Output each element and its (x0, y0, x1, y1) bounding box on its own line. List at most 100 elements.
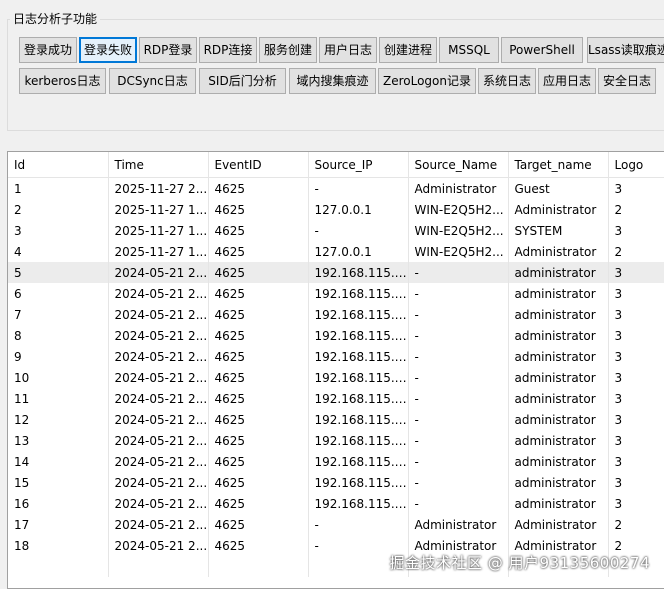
table-cell: - (408, 262, 509, 283)
table-cell: 192.168.115.1... (308, 304, 409, 325)
table-cell: 4625 (208, 388, 309, 409)
table-cell: 2024-05-21 2... (108, 430, 209, 451)
table-cell: 18 (8, 535, 109, 556)
table-row[interactable]: 4 2025-11-27 1... 4625 127.0.0.1 WIN-E2Q5H2.… (8, 241, 664, 262)
table-cell: Administrator (408, 514, 509, 535)
table-cell (8, 556, 109, 577)
column-header[interactable]: Target_name (508, 152, 609, 178)
table-cell: 8 (8, 325, 109, 346)
column-header[interactable]: Source_IP (308, 152, 409, 178)
column-header[interactable]: EventID (208, 152, 309, 178)
log-filter-button[interactable]: 创建进程 (379, 37, 437, 63)
table-cell: 2024-05-21 2... (108, 388, 209, 409)
table-cell: administrator (508, 472, 609, 493)
log-filter-button[interactable]: 登录成功 (19, 37, 77, 63)
table-cell: 1 (8, 177, 109, 199)
log-filter-button[interactable]: DCSync日志 (109, 68, 196, 94)
table-cell: 9 (8, 346, 109, 367)
table-cell: - (408, 493, 509, 514)
table-header-row: Id Time EventID Source_IP Source_Name Target_… (8, 152, 664, 178)
log-filter-button[interactable]: 安全日志 (598, 68, 656, 94)
table-cell: 7 (8, 304, 109, 325)
table-cell: 10 (8, 367, 109, 388)
column-header[interactable]: Source_Name (408, 152, 509, 178)
table-cell: administrator (508, 367, 609, 388)
table-cell: administrator (508, 325, 609, 346)
table-row[interactable]: 8 2024-05-21 2... 4625 192.168.115.1... - adm… (8, 325, 664, 346)
column-header[interactable]: Id (8, 152, 109, 178)
table-cell: - (408, 346, 509, 367)
table-cell: 2024-05-21 2... (108, 367, 209, 388)
table-cell: 3 (608, 451, 664, 472)
table-cell: 2 (608, 199, 664, 220)
table-cell: 2025-11-27 1... (108, 241, 209, 262)
table-cell: 3 (608, 472, 664, 493)
table-cell: - (408, 283, 509, 304)
table-row[interactable]: 7 2024-05-21 2... 4625 192.168.115.1... - adm… (8, 304, 664, 325)
table-row[interactable]: 14 2024-05-21 2... 4625 192.168.115.1... - ad… (8, 451, 664, 472)
table-cell: 3 (608, 493, 664, 514)
table-cell: 2 (608, 514, 664, 535)
table-row[interactable]: 15 2024-05-21 2... 4625 192.168.115.1... - ad… (8, 472, 664, 493)
table-cell: 6 (8, 283, 109, 304)
log-filter-button[interactable]: 系统日志 (478, 68, 536, 94)
log-filter-button[interactable]: 用户日志 (319, 37, 377, 63)
log-filter-button[interactable]: ZeroLogon记录 (378, 68, 476, 94)
table-cell: 4625 (208, 346, 309, 367)
table-cell: - (408, 367, 509, 388)
table-row[interactable]: 16 2024-05-21 2... 4625 192.168.115.1... - ad… (8, 493, 664, 514)
table-cell: 4625 (208, 304, 309, 325)
table-cell: WIN-E2Q5H2... (408, 241, 509, 262)
column-header[interactable]: Logo (608, 152, 664, 178)
table-cell: 2 (608, 241, 664, 262)
log-filter-button[interactable]: Lsass读取痕迹 (587, 37, 664, 63)
table-cell: administrator (508, 283, 609, 304)
log-filter-button[interactable]: 登录失败 (79, 37, 137, 63)
table-cell: 127.0.0.1 (308, 241, 409, 262)
table-cell: administrator (508, 409, 609, 430)
table-row[interactable]: 10 2024-05-21 2... 4625 192.168.115.1... - ad… (8, 367, 664, 388)
table-cell: SYSTEM (508, 220, 609, 241)
table-row[interactable]: 13 2024-05-21 2... 4625 192.168.115.1... - ad… (8, 430, 664, 451)
table-row[interactable]: 6 2024-05-21 2... 4625 192.168.115.1... - adm… (8, 283, 664, 304)
events-table[interactable]: Id Time EventID Source_IP Source_Name Target_… (7, 151, 664, 589)
table-cell: 192.168.115.1... (308, 493, 409, 514)
table-row[interactable]: 3 2025-11-27 1... 4625- WIN-E2Q5H2... SYSTEM… (8, 220, 664, 241)
log-filter-button[interactable]: RDP登录 (139, 37, 197, 63)
table-cell: 2024-05-21 2... (108, 493, 209, 514)
table-cell: 192.168.115.1... (308, 472, 409, 493)
table-row[interactable]: 1 2025-11-27 2... 4625- Administrator Guest 3 (8, 177, 664, 199)
table-cell: administrator (508, 262, 609, 283)
table-cell: Administrator (408, 177, 509, 199)
table-cell: 192.168.115.1... (308, 325, 409, 346)
table-cell: administrator (508, 388, 609, 409)
log-filter-button[interactable]: 应用日志 (538, 68, 596, 94)
table-row[interactable]: 2 2025-11-27 1... 4625 127.0.0.1 WIN-E2Q5H2.… (8, 199, 664, 220)
table-row[interactable]: 12 2024-05-21 2... 4625 192.168.115.1... - ad… (8, 409, 664, 430)
table-cell: 2024-05-21 2... (108, 535, 209, 556)
table-cell: 4625 (208, 409, 309, 430)
table-cell: - (308, 514, 409, 535)
log-filter-button[interactable]: MSSQL (439, 37, 499, 63)
log-filter-button[interactable]: RDP连接 (199, 37, 257, 63)
table-cell: 127.0.0.1 (308, 199, 409, 220)
table-row[interactable]: 11 2024-05-21 2... 4625 192.168.115.1... - ad… (8, 388, 664, 409)
log-filter-button[interactable]: 服务创建 (259, 37, 317, 63)
table-row[interactable]: 17 2024-05-21 2... 4625- Administrator Admin… (8, 514, 664, 535)
table-cell: 14 (8, 451, 109, 472)
table-cell: 3 (608, 367, 664, 388)
table-cell: - (408, 451, 509, 472)
table-cell: 4625 (208, 262, 309, 283)
table-row[interactable]: 5 2024-05-21 2... 4625 192.168.115.1... - adm… (8, 262, 664, 283)
log-filter-button[interactable]: PowerShell (501, 37, 583, 63)
log-filter-button[interactable]: SID后门分析 (199, 68, 286, 94)
table-row[interactable]: 9 2024-05-21 2... 4625 192.168.115.1... - adm… (8, 346, 664, 367)
table-cell: 17 (8, 514, 109, 535)
log-filter-button[interactable]: 域内搜集痕迹 (289, 68, 376, 94)
log-filter-button[interactable]: kerberos日志 (19, 68, 106, 94)
column-header[interactable]: Time (108, 152, 209, 178)
table-cell: administrator (508, 451, 609, 472)
table-cell: 2024-05-21 2... (108, 262, 209, 283)
table-cell: 4625 (208, 199, 309, 220)
table-cell: 192.168.115.1... (308, 346, 409, 367)
